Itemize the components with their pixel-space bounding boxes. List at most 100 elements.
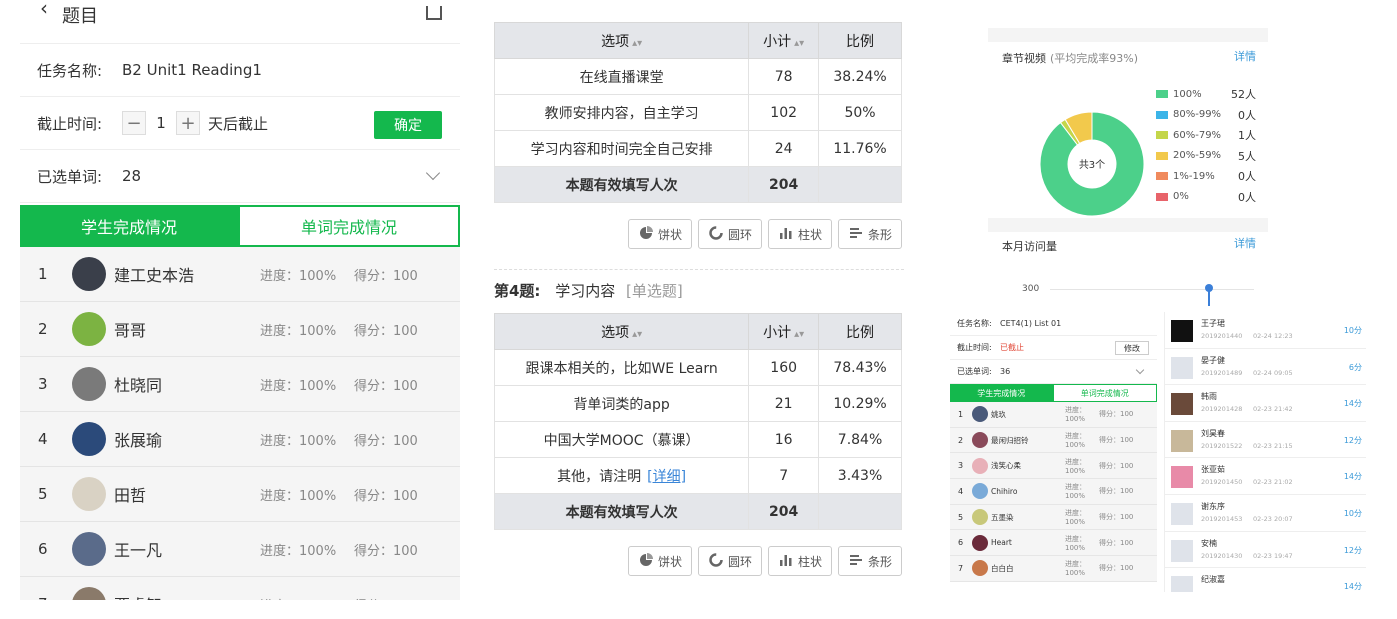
- student-row[interactable]: 6 Heart 进度：100% 得分：100: [950, 530, 1157, 557]
- task-name-row: 任务名称: B2 Unit1 Reading1: [20, 44, 460, 97]
- back-icon[interactable]: ‹: [40, 0, 48, 20]
- record-row[interactable]: 晏子健 2019201489 02-24 09:05 6分: [1165, 349, 1366, 386]
- selected-words-row[interactable]: 已选单词: 28: [20, 150, 460, 203]
- student-row[interactable]: 3 杜晓同 进度：100% 得分：100: [20, 357, 460, 412]
- total-row: 本题有效填写人次 204: [493, 166, 902, 203]
- student-row[interactable]: 7 贾睿智进度：100%得分：99.7: [20, 577, 460, 600]
- student-row[interactable]: 7 白白白 进度：100% 得分：100: [950, 556, 1157, 582]
- record-id: 2019201522: [1201, 441, 1243, 450]
- record-row[interactable]: 刘昊春 2019201522 02-23 21:15 12分: [1165, 422, 1366, 459]
- table-row: 背单词类的app 21 10.29%: [493, 385, 902, 422]
- student-row[interactable]: 1 建工史本浩 进度：100% 得分：100: [20, 247, 460, 302]
- legend-value: 5人: [1238, 149, 1256, 163]
- plus-button[interactable]: +: [176, 111, 200, 135]
- chart-饼状-button[interactable]: 饼状: [628, 219, 692, 249]
- total-label: 本题有效填写人次: [493, 166, 750, 203]
- page-title: 题目: [62, 6, 98, 27]
- option-text: 学习内容和时间完全自己安排: [530, 141, 713, 158]
- record-row[interactable]: 安楠 2019201430 02-23 19:47 12分: [1165, 532, 1366, 569]
- visits-detail-link[interactable]: 详情: [1234, 235, 1256, 251]
- student-row[interactable]: 6 王一凡 进度：100% 得分：100: [20, 522, 460, 577]
- detail-link[interactable]: [详细]: [647, 469, 686, 485]
- record-name: 刘昊春: [1201, 428, 1225, 438]
- selected-words-label: 已选单词:: [957, 367, 992, 376]
- task-name-value: CET4(1) List 01: [1000, 319, 1062, 328]
- tab-student-completion[interactable]: 学生完成情况: [20, 205, 238, 247]
- student-list: 1 姚玖 进度：100% 得分：100 2 最闲归招铃 进度：100% 得分：100 3 浅笑心柔…: [950, 402, 1157, 582]
- chart-圆环-button[interactable]: 圆环: [698, 219, 762, 249]
- student-row[interactable]: 2 最闲归招铃 进度：100% 得分：100: [950, 427, 1157, 454]
- chart-条形-button[interactable]: 条形: [838, 546, 902, 576]
- chart-button-label: 条形: [867, 227, 892, 242]
- student-row[interactable]: 4 张展瑜 进度：100% 得分：100: [20, 412, 460, 467]
- modify-button[interactable]: 修改: [1115, 341, 1149, 355]
- chart-条形-button[interactable]: 条形: [838, 219, 902, 249]
- chart-type-buttons: 饼状 圆环 柱状 条形: [494, 219, 902, 249]
- tab-student-completion[interactable]: 学生完成情况: [950, 384, 1053, 402]
- option-text: 其他，请注明: [557, 468, 642, 485]
- student-row[interactable]: 3 浅笑心柔 进度：100% 得分：100: [950, 453, 1157, 480]
- record-duration: 6分: [1348, 362, 1362, 372]
- record-duration: 14分: [1343, 582, 1362, 592]
- share-icon[interactable]: [426, 6, 442, 20]
- legend-value: 52人: [1231, 88, 1256, 101]
- column-subtotal[interactable]: 小计 ▴▾: [748, 22, 820, 59]
- record-row[interactable]: 王子珺 2019201440 02-24 12:23 10分: [1165, 312, 1366, 349]
- student-row[interactable]: 5 田哲 进度：100% 得分：100: [20, 467, 460, 522]
- completion-tabs: 学生完成情况 单词完成情况: [950, 384, 1157, 402]
- column-subtotal[interactable]: 小计 ▴▾: [748, 313, 820, 350]
- record-row[interactable]: 韩雨 2019201428 02-23 21:42 14分: [1165, 385, 1366, 422]
- record-time: 02-23 21:15: [1253, 441, 1293, 450]
- option-text: 背单词类的app: [573, 396, 670, 413]
- column-ratio: 比例: [818, 313, 902, 350]
- chevron-down-icon[interactable]: [425, 165, 441, 181]
- record-row[interactable]: 纪淑嘉 14分: [1165, 568, 1366, 592]
- score-text: 得分：100: [1099, 564, 1134, 573]
- chart-圆环-button[interactable]: 圆环: [698, 546, 762, 576]
- column-option[interactable]: 选项 ▴▾: [493, 22, 750, 59]
- confirm-button[interactable]: 确定: [374, 111, 442, 139]
- student-name: Heart: [991, 538, 1012, 548]
- chart-饼状-button[interactable]: 饼状: [628, 546, 692, 576]
- ring-icon: [708, 225, 724, 244]
- student-row[interactable]: 2 哥哥 进度：100% 得分：100: [20, 302, 460, 357]
- visit-point[interactable]: [1205, 284, 1213, 292]
- student-row[interactable]: 1 姚玖 进度：100% 得分：100: [950, 402, 1157, 428]
- student-row[interactable]: 4 Chihiro 进度：100% 得分：100: [950, 479, 1157, 505]
- ratio-cell: 7.84%: [818, 421, 902, 458]
- legend-item: 100% 52人: [1156, 84, 1256, 104]
- student-name: 姚玖: [991, 409, 1006, 419]
- tab-word-completion[interactable]: 单词完成情况: [1052, 384, 1157, 402]
- student-name: 浅笑心柔: [991, 461, 1021, 471]
- row-number: 1: [38, 265, 48, 283]
- record-name: 谢东序: [1201, 501, 1225, 511]
- row-number: 3: [38, 375, 48, 393]
- minus-button[interactable]: −: [122, 111, 146, 135]
- progress-text: 进度：100%: [1065, 560, 1086, 578]
- bar-icon: [778, 552, 794, 571]
- donut-center-label: 共3个: [1079, 159, 1105, 171]
- video-detail-link[interactable]: 详情: [1234, 48, 1256, 64]
- record-name: 纪淑嘉: [1201, 575, 1225, 585]
- avatar: [1171, 320, 1193, 342]
- record-row[interactable]: 张亚茹 2019201450 02-23 21:02 14分: [1165, 458, 1366, 495]
- selected-words-count: 28: [122, 167, 142, 185]
- option-cell: 跟课本相关的，比如WE Learn: [493, 349, 750, 386]
- column-option[interactable]: 选项 ▴▾: [493, 313, 750, 350]
- chevron-down-icon[interactable]: [1135, 365, 1145, 375]
- chart-柱状-button[interactable]: 柱状: [768, 546, 832, 576]
- chart-type-buttons: 饼状 圆环 柱状 条形: [494, 546, 902, 576]
- deadline-days[interactable]: 1: [146, 114, 176, 132]
- row-number: 6: [958, 538, 964, 548]
- avatar: [72, 312, 106, 346]
- divider: [494, 269, 904, 270]
- chart-柱状-button[interactable]: 柱状: [768, 219, 832, 249]
- score-text: 得分：100: [354, 488, 418, 504]
- progress-text: 进度：100%: [1065, 534, 1086, 552]
- task-name-label: 任务名称:: [37, 61, 103, 80]
- selected-words-row[interactable]: 已选单词: 36: [950, 360, 1157, 384]
- avatar: [972, 534, 988, 551]
- student-row[interactable]: 5 五墨染 进度：100% 得分：100: [950, 504, 1157, 531]
- tab-word-completion[interactable]: 单词完成情况: [238, 205, 460, 247]
- record-row[interactable]: 谢东序 2019201453 02-23 20:07 10分: [1165, 495, 1366, 532]
